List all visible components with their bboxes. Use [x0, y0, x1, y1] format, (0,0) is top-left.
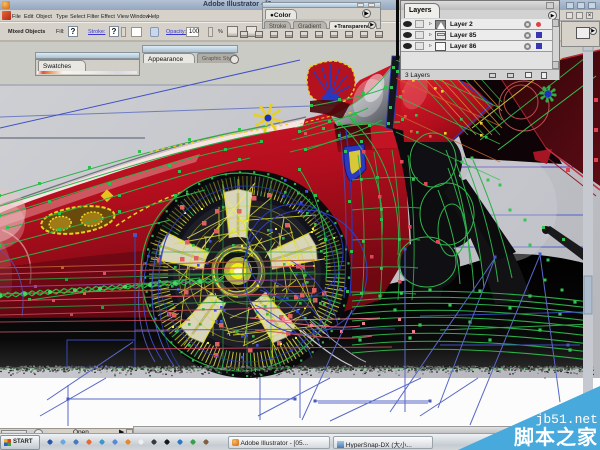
- svg-text:jb51.net: jb51.net: [536, 412, 598, 427]
- svg-text:脚本之家: 脚本之家: [514, 425, 598, 449]
